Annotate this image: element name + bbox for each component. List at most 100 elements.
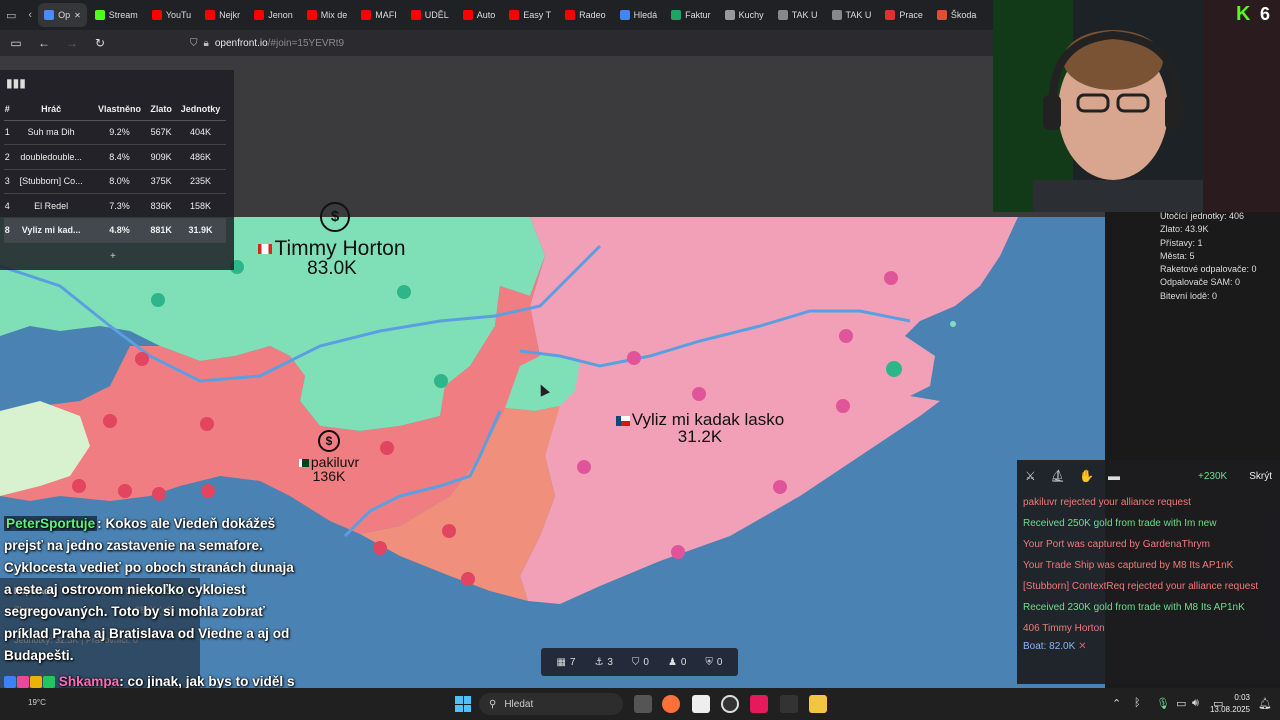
table-row[interactable]: 4 El Redel 7.3% 836K 158K bbox=[4, 193, 226, 219]
browser-tab[interactable]: Op ✕ bbox=[38, 3, 87, 27]
player-label-timmy[interactable]: Timmy Horton 83.0K bbox=[242, 238, 422, 278]
bar-chart-icon[interactable]: ▮▮▮ bbox=[6, 76, 26, 90]
boat-icon[interactable]: ⛵︎ bbox=[1050, 469, 1065, 483]
event-item[interactable]: 406 Timmy Horton bbox=[1017, 618, 1280, 639]
city-icon[interactable] bbox=[577, 460, 591, 474]
resource-item[interactable]: ▦ 7 bbox=[556, 657, 575, 668]
reload-icon[interactable]: ↻ bbox=[92, 36, 108, 50]
player-label-pakiluvr[interactable]: pakiluvr 136K bbox=[284, 455, 374, 483]
taskbar-search[interactable]: ⚲ Hledat bbox=[479, 693, 623, 715]
table-row[interactable]: 3 [Stubborn] Co... 8.0% 375K 235K bbox=[4, 169, 226, 194]
tab-search-icon[interactable]: ▭ bbox=[0, 9, 22, 22]
shield-icon[interactable] bbox=[118, 484, 132, 498]
table-row[interactable]: 1 Suh ma Dih 9.2% 567K 404K bbox=[4, 120, 226, 145]
anchor-icon[interactable] bbox=[671, 545, 685, 559]
browser-tab[interactable]: Nejkr bbox=[199, 3, 246, 27]
back-arrow-icon[interactable]: ← bbox=[36, 36, 52, 50]
event-item[interactable]: Your Port was captured by GardenaThrym bbox=[1017, 534, 1280, 555]
city-icon[interactable] bbox=[839, 329, 853, 343]
anchor-icon[interactable] bbox=[461, 572, 475, 586]
event-item[interactable]: pakiluvr rejected your alliance request bbox=[1017, 492, 1280, 513]
col-owned[interactable]: Vlastněno bbox=[91, 98, 148, 121]
volume-icon[interactable]: 🔊︎ bbox=[1192, 697, 1199, 710]
firefox-icon[interactable] bbox=[662, 695, 680, 713]
tab-scroll-left-icon[interactable]: ‹ bbox=[22, 9, 38, 21]
chat-icon[interactable]: ▬ bbox=[1108, 469, 1120, 483]
browser-tab[interactable]: TAK U bbox=[826, 3, 878, 27]
browser-tab[interactable]: Faktur bbox=[665, 3, 717, 27]
col-units[interactable]: Jednotky bbox=[175, 98, 226, 121]
port-icon[interactable] bbox=[397, 285, 411, 299]
anchor-icon[interactable] bbox=[627, 351, 641, 365]
url-field[interactable]: ⛉ 🔒︎ openfront.io/#join=15YEVRt9 bbox=[190, 38, 344, 49]
city-icon[interactable] bbox=[152, 487, 166, 501]
microphone-icon[interactable]: 🎙︎ bbox=[1156, 697, 1170, 710]
bluetooth-icon[interactable]: ᛒ bbox=[1134, 697, 1141, 709]
resource-item[interactable]: ⛉ 0 bbox=[632, 657, 649, 668]
city-icon[interactable] bbox=[135, 352, 149, 366]
boat-status[interactable]: Boat: 82.0K ✕ bbox=[1017, 639, 1280, 654]
city-icon[interactable] bbox=[692, 387, 706, 401]
browser-tab[interactable]: Mix de bbox=[301, 3, 354, 27]
browser-tab[interactable]: Stream bbox=[89, 3, 144, 27]
anchor-icon[interactable] bbox=[773, 480, 787, 494]
hide-button[interactable]: Skrýt bbox=[1249, 471, 1272, 482]
forward-arrow-icon[interactable]: → bbox=[64, 36, 80, 50]
city-icon[interactable] bbox=[380, 441, 394, 455]
player-label-vyliz[interactable]: Vyliz mi kadak lasko 31.2K bbox=[590, 411, 810, 445]
browser-tab[interactable]: TAK U bbox=[772, 3, 824, 27]
obs-icon[interactable] bbox=[721, 695, 739, 713]
event-item[interactable]: Received 230K gold from trade with M8 It… bbox=[1017, 597, 1280, 618]
browser-tab[interactable]: YouTu bbox=[146, 3, 197, 27]
anchor-icon[interactable] bbox=[373, 541, 387, 555]
resource-item[interactable]: ⛨ 0 bbox=[705, 657, 722, 668]
file-explorer-icon[interactable] bbox=[809, 695, 827, 713]
city-icon[interactable] bbox=[836, 399, 850, 413]
sidebar-toggle-icon[interactable]: ▭ bbox=[8, 36, 24, 50]
notification-icon[interactable]: 🔔︎ bbox=[1258, 697, 1272, 710]
anchor-icon[interactable] bbox=[72, 479, 86, 493]
city-icon[interactable] bbox=[442, 524, 456, 538]
shield-icon[interactable] bbox=[103, 414, 117, 428]
leaderboard-expand-button[interactable]: + bbox=[110, 251, 116, 262]
start-button[interactable] bbox=[455, 696, 471, 712]
gold-marker-icon[interactable]: $ bbox=[320, 202, 350, 232]
anchor-icon[interactable] bbox=[201, 484, 215, 498]
network-icon[interactable]: ▭ bbox=[1176, 697, 1186, 710]
weather-widget[interactable]: 19°C bbox=[28, 698, 46, 707]
resource-item[interactable]: ⚓︎ 3 bbox=[594, 657, 613, 668]
browser-tab[interactable]: MAFI bbox=[355, 3, 403, 27]
city-icon[interactable] bbox=[151, 293, 165, 307]
epic-games-icon[interactable] bbox=[780, 695, 798, 713]
browser-tab[interactable]: Hledá bbox=[614, 3, 664, 27]
tiktok-icon[interactable] bbox=[750, 695, 768, 713]
col-player[interactable]: Hráč bbox=[10, 98, 92, 121]
browser-tab[interactable]: UDĚL bbox=[405, 3, 455, 27]
browser-tab[interactable]: Auto bbox=[457, 3, 502, 27]
city-icon[interactable] bbox=[884, 271, 898, 285]
tab-close-icon[interactable]: ✕ bbox=[74, 11, 81, 20]
browser-tab[interactable]: Škoda bbox=[931, 3, 983, 27]
city-icon[interactable] bbox=[200, 417, 214, 431]
handshake-icon[interactable]: ✋ bbox=[1079, 469, 1094, 483]
city-icon[interactable] bbox=[434, 374, 448, 388]
event-item[interactable]: Received 250K gold from trade with Im ne… bbox=[1017, 513, 1280, 534]
event-item[interactable]: [Stubborn] ContextReq rejected your alli… bbox=[1017, 576, 1280, 597]
task-view-icon[interactable] bbox=[634, 695, 652, 713]
close-icon[interactable]: ✕ bbox=[1078, 641, 1086, 652]
col-gold[interactable]: Zlato bbox=[147, 98, 176, 121]
resource-item[interactable]: ♟ 0 bbox=[668, 657, 687, 668]
browser-tab[interactable]: Easy T bbox=[503, 3, 557, 27]
table-row[interactable]: 2 doubledouble... 8.4% 909K 486K bbox=[4, 144, 226, 170]
table-row[interactable]: 8 Vyliz mi kad... 4.8% 881K 31.9K bbox=[4, 218, 226, 243]
sword-icon[interactable]: ⚔ bbox=[1025, 469, 1036, 483]
clock[interactable]: 0:03 13.08.2025 bbox=[1210, 692, 1250, 716]
chevron-up-icon[interactable]: ⌃ bbox=[1112, 697, 1121, 710]
document-icon[interactable] bbox=[692, 695, 710, 713]
port-icon[interactable] bbox=[886, 361, 902, 377]
browser-tab[interactable]: Radeo bbox=[559, 3, 612, 27]
browser-tab[interactable]: Prace bbox=[879, 3, 929, 27]
browser-tab[interactable]: Kuchy bbox=[719, 3, 770, 27]
event-item[interactable]: Your Trade Ship was captured by M8 Its A… bbox=[1017, 555, 1280, 576]
browser-tab[interactable]: Jenon bbox=[248, 3, 299, 27]
